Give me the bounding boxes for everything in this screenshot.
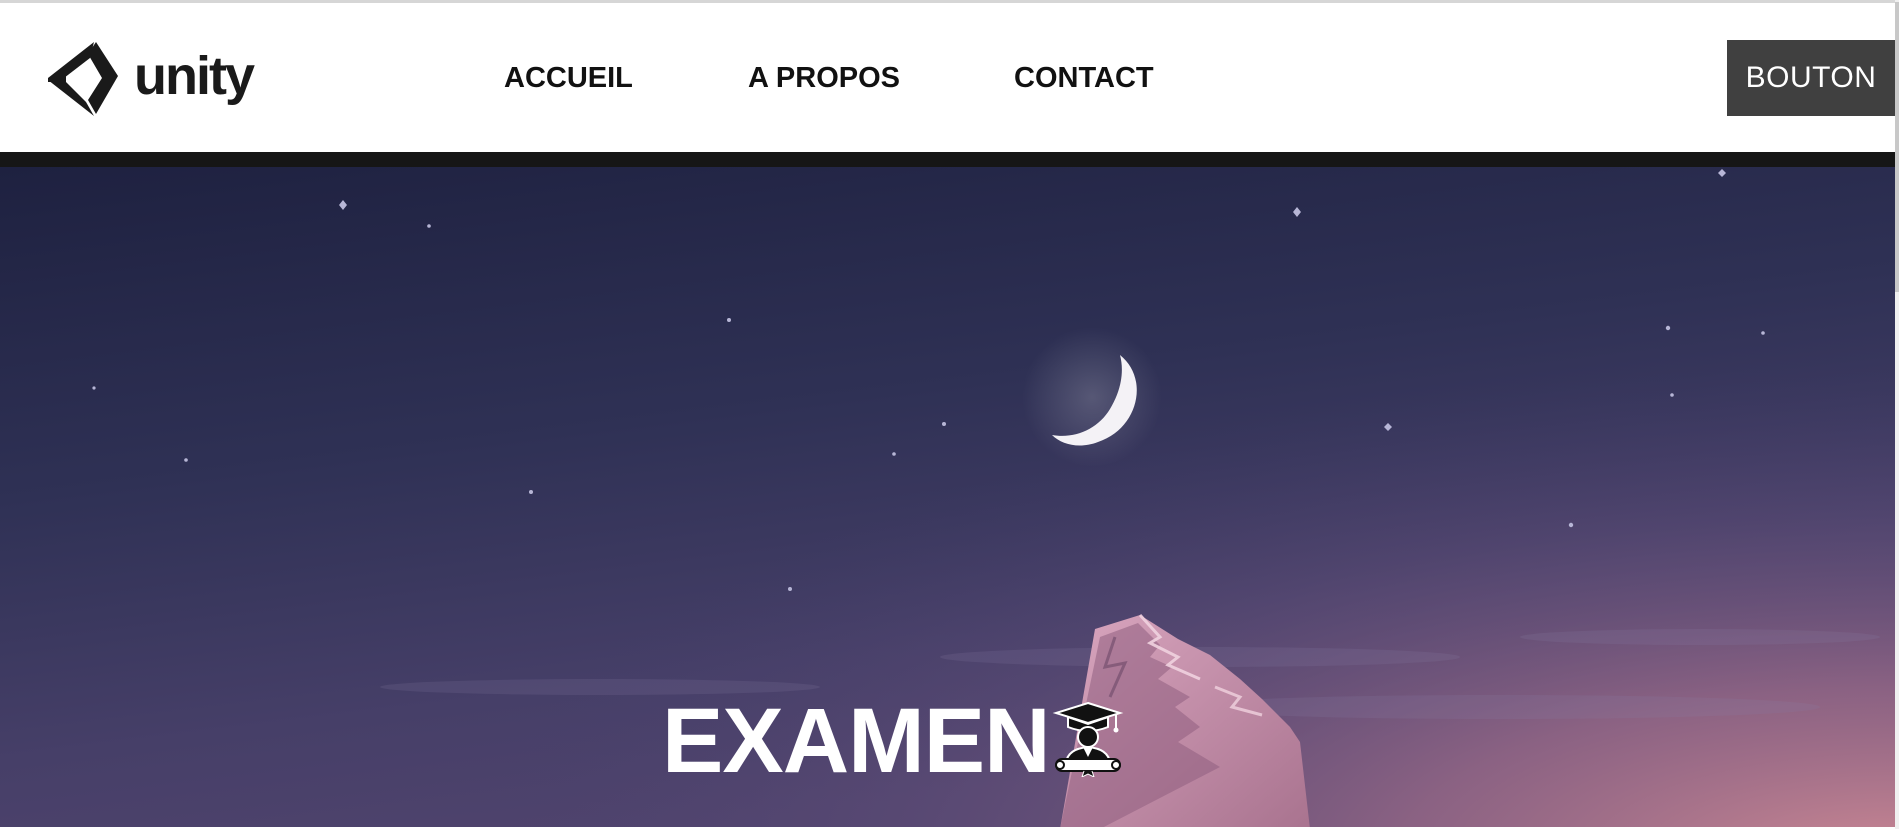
scrollbar-thumb[interactable] xyxy=(1895,2,1899,292)
hero-section: EXAMEN xyxy=(0,167,1895,829)
hero-title: EXAMEN xyxy=(662,690,1051,792)
graduate-icon xyxy=(1052,701,1124,777)
scrollbar[interactable] xyxy=(1895,0,1899,829)
unity-logo[interactable]: unity xyxy=(44,40,255,118)
site-header: unity ACCUEIL A PROPOS CONTACT BOUTON xyxy=(0,3,1895,152)
page: unity ACCUEIL A PROPOS CONTACT BOUTON EX… xyxy=(0,0,1899,829)
unity-cube-icon xyxy=(48,42,118,116)
header-divider-band xyxy=(0,152,1895,167)
nav-link-accueil[interactable]: ACCUEIL xyxy=(504,58,633,98)
nav-link-a-propos[interactable]: A PROPOS xyxy=(748,58,900,98)
logo-wordmark: unity xyxy=(134,46,255,106)
header-button[interactable]: BOUTON xyxy=(1727,40,1895,116)
nav-link-contact[interactable]: CONTACT xyxy=(1014,58,1154,98)
hero-title-wrap: EXAMEN xyxy=(662,690,1051,792)
